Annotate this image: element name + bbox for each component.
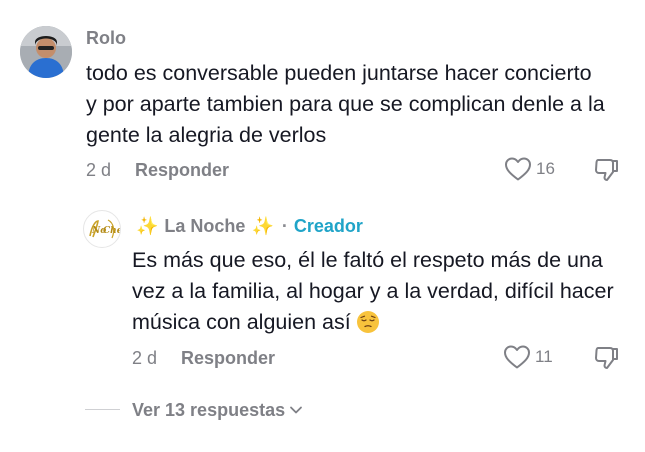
dislike-button[interactable] <box>593 156 621 189</box>
comment-date: 2 d <box>86 159 112 180</box>
creator-badge: Creador <box>293 215 363 236</box>
comment-thread: Rolo todo es conversable pueden juntarse… <box>0 0 645 452</box>
like-count: 16 <box>536 159 555 178</box>
thumbs-down-icon <box>595 159 618 181</box>
reply-like-button[interactable]: 11 <box>503 344 553 370</box>
reply-username-row: ✨ La Noche ✨ · Creador <box>134 213 363 239</box>
reply-date: 2 d <box>132 347 158 368</box>
avatar-photo-icon <box>20 26 72 78</box>
reply-text-container: Es más que eso, él le faltó el respeto m… <box>132 245 622 338</box>
like-count: 11 <box>535 347 553 366</box>
sparkles-icon: ✨ <box>251 215 274 236</box>
replies-divider <box>85 409 120 410</box>
sparkles-icon: ✨ <box>136 215 159 236</box>
separator-dot: · <box>281 215 288 236</box>
heart-outline-icon <box>504 345 530 369</box>
reply-button[interactable]: Responder <box>135 160 229 181</box>
heart-outline-icon <box>505 157 531 181</box>
like-button[interactable]: 16 <box>504 156 555 182</box>
reply-username[interactable]: La Noche <box>164 216 245 237</box>
reply-button[interactable]: Responder <box>181 348 275 369</box>
svg-text:Che: Che <box>103 226 120 236</box>
view-replies-label: Ver 13 respuestas <box>132 399 286 420</box>
creator-avatar[interactable]: No Che <box>83 210 121 248</box>
thumbs-down-icon <box>595 347 618 369</box>
reply-meta: 2 d Responder <box>132 345 275 371</box>
chevron-down-icon <box>290 406 303 414</box>
user-avatar[interactable] <box>20 26 72 78</box>
reply-dislike-button[interactable] <box>593 344 621 377</box>
view-replies-button[interactable]: Ver 13 respuestas <box>132 397 303 423</box>
comment-meta: 2 d Responder <box>86 157 229 183</box>
comment-text: todo es conversable pueden juntarse hace… <box>86 61 605 147</box>
comment-username[interactable]: Rolo <box>86 28 126 49</box>
pensive-face-emoji-icon <box>356 311 379 333</box>
la-noche-logo-icon: No Che <box>85 212 120 246</box>
